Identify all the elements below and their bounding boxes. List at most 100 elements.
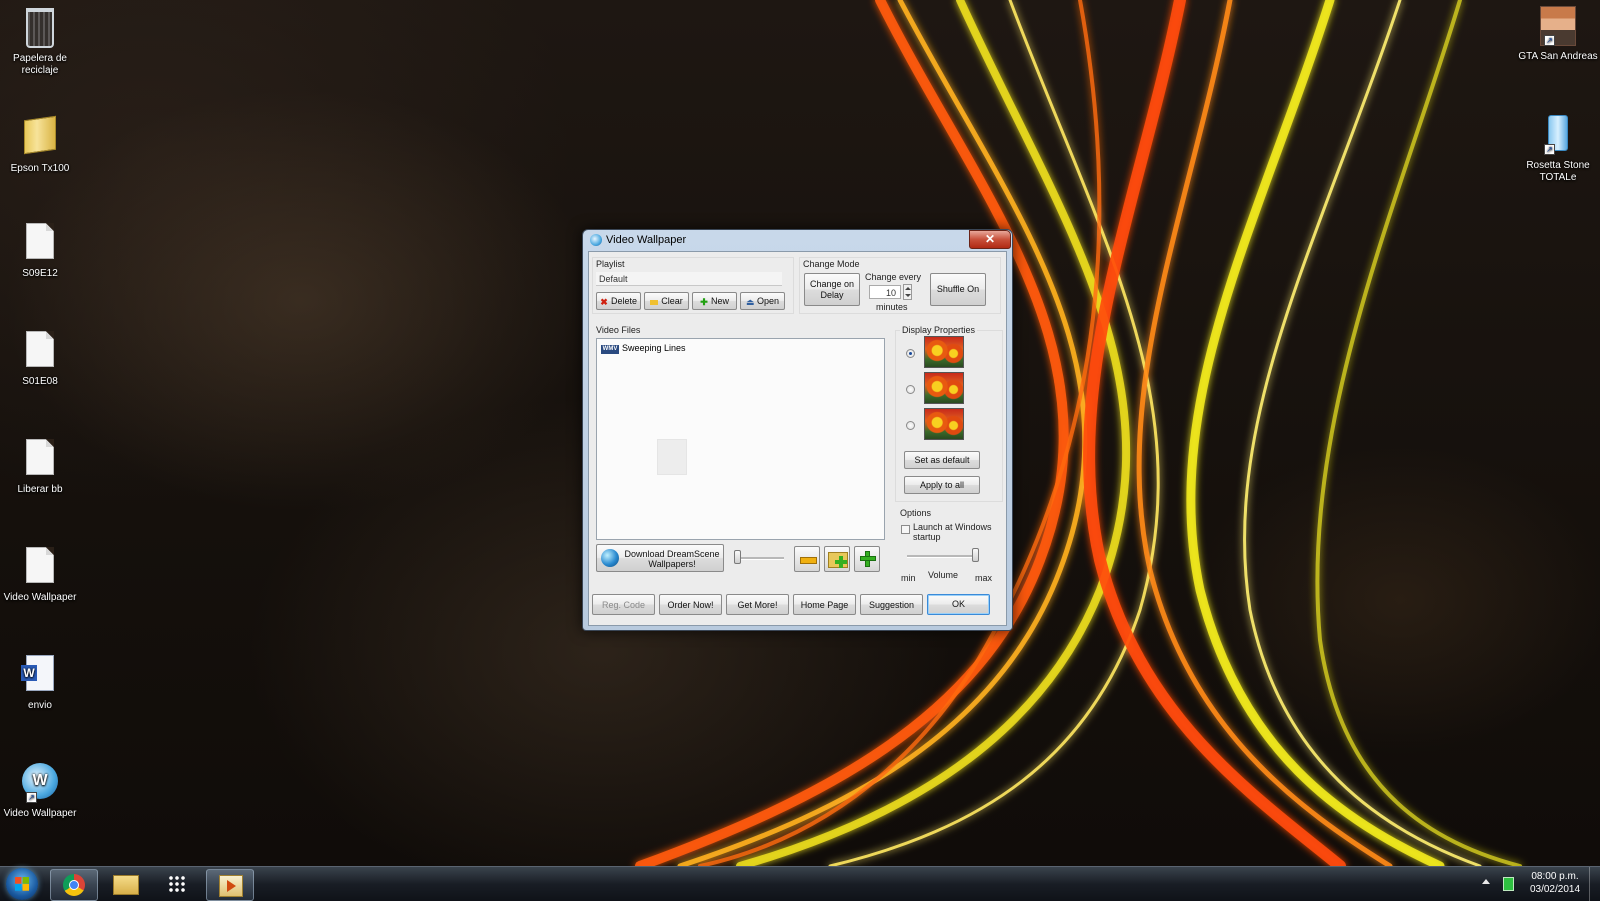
window-title: Video Wallpaper xyxy=(606,234,687,246)
taskbar-apps-button[interactable] xyxy=(154,869,200,899)
display-mode-preview-3[interactable] xyxy=(924,408,964,440)
plus-icon xyxy=(860,551,876,567)
taskbar-video-wallpaper-button[interactable] xyxy=(206,869,254,901)
video-file-name: Sweeping Lines xyxy=(622,343,686,353)
desktop-icon-label: S09E12 xyxy=(22,268,58,279)
playlist-label: Playlist xyxy=(596,259,625,269)
close-button[interactable]: ✕ xyxy=(969,230,1011,249)
video-wallpaper-icon xyxy=(219,875,243,897)
window-titlebar[interactable]: Video Wallpaper ✕ xyxy=(583,230,1012,252)
video-wallpaper-shortcut-icon: W ↗ xyxy=(20,763,60,805)
gta-shortcut-icon: ↗ xyxy=(1538,6,1578,48)
app-icon xyxy=(590,234,602,246)
network-tray-icon[interactable] xyxy=(1503,877,1514,891)
desktop-icon-video-wallpaper-app[interactable]: W ↗ Video Wallpaper xyxy=(0,760,80,820)
clock[interactable]: 08:00 p.m. 03/02/2014 xyxy=(1520,870,1590,896)
launch-startup-label[interactable]: Launch at Windows startup xyxy=(913,522,993,542)
interval-spinner[interactable] xyxy=(903,284,912,300)
download-wallpapers-button[interactable]: Download DreamScene Wallpapers! xyxy=(596,544,724,572)
desktop-icon-label: Epson Tx100 xyxy=(10,163,70,174)
taskbar-chrome-button[interactable] xyxy=(50,869,98,901)
clock-time: 08:00 p.m. xyxy=(1531,871,1579,882)
change-on-delay-button[interactable]: Change on Delay xyxy=(804,273,860,306)
clear-label: Clear xyxy=(661,296,683,306)
video-file-item[interactable]: WMV Sweeping Lines xyxy=(601,343,686,354)
playlist-select[interactable]: Default xyxy=(596,272,782,286)
download-label: Download DreamScene Wallpapers! xyxy=(624,549,720,569)
launch-startup-checkbox[interactable] xyxy=(901,525,910,534)
home-page-button[interactable]: Home Page xyxy=(793,594,856,615)
display-mode-preview-2[interactable] xyxy=(924,372,964,404)
volume-slider-thumb[interactable] xyxy=(972,548,979,562)
desktop-icon-recycle-bin[interactable]: Papelera de reciclaje xyxy=(0,4,80,77)
start-button[interactable] xyxy=(6,868,38,900)
globe-icon xyxy=(601,549,619,567)
open-label: Open xyxy=(756,296,780,306)
suggestion-label: Suggestion xyxy=(868,600,915,610)
ok-button[interactable]: OK xyxy=(927,594,990,615)
clock-date: 03/02/2014 xyxy=(1529,884,1581,895)
order-now-button[interactable]: Order Now! xyxy=(659,594,722,615)
apply-to-all-button[interactable]: Apply to all xyxy=(904,476,980,494)
shuffle-label: Shuffle On xyxy=(936,284,980,294)
shuffle-button[interactable]: Shuffle On xyxy=(930,273,986,306)
volume-min-label: min xyxy=(901,573,916,583)
open-playlist-button[interactable]: ⏏ Open xyxy=(740,292,785,310)
window-client-area: Playlist Default ✖ Delete Clear ✚ New ⏏ Ope… xyxy=(588,251,1007,626)
show-desktop-button[interactable] xyxy=(1589,867,1600,901)
display-mode-radio-3[interactable] xyxy=(906,421,915,430)
desktop-icon-liberar-bb[interactable]: Liberar bb xyxy=(0,436,80,496)
volume-max-label: max xyxy=(975,573,993,583)
change-every-label: Change every xyxy=(865,272,922,282)
desktop-icon-label: GTA San Andreas xyxy=(1518,51,1598,62)
desktop-icon-label: Liberar bb xyxy=(17,484,63,495)
desktop-icon-epson[interactable]: Epson Tx100 xyxy=(0,112,80,175)
get-more-button[interactable]: Get More! xyxy=(726,594,789,615)
chrome-icon xyxy=(63,874,85,896)
new-playlist-button[interactable]: ✚ New xyxy=(692,292,737,310)
watermark-icon xyxy=(657,439,687,475)
taskbar-explorer-button[interactable] xyxy=(102,869,148,899)
apps-grid-icon xyxy=(168,875,186,893)
display-mode-radio-2[interactable] xyxy=(906,385,915,394)
taskbar: 08:00 p.m. 03/02/2014 xyxy=(0,866,1600,901)
video-files-label: Video Files xyxy=(596,325,641,335)
document-icon xyxy=(20,439,60,481)
add-folder-button[interactable] xyxy=(824,546,850,572)
add-video-button[interactable] xyxy=(854,546,880,572)
desktop-icon-gta[interactable]: ↗ GTA San Andreas xyxy=(1518,4,1598,63)
speed-slider-track[interactable] xyxy=(734,557,784,560)
set-as-default-button[interactable]: Set as default xyxy=(904,451,980,469)
ok-label: OK xyxy=(951,599,965,609)
desktop-icon-rosetta-stone[interactable]: ↗ Rosetta Stone TOTALe xyxy=(1518,112,1598,184)
add-folder-icon xyxy=(828,552,848,568)
set-as-default-label: Set as default xyxy=(914,455,970,465)
desktop: Papelera de reciclaje Epson Tx100 S09E12… xyxy=(0,0,1600,866)
desktop-icon-video-wallpaper-file[interactable]: Video Wallpaper xyxy=(0,544,80,604)
delete-icon: ✖ xyxy=(600,297,608,307)
display-properties-label: Display Properties xyxy=(900,325,978,335)
speed-slider-thumb[interactable] xyxy=(734,550,741,564)
reg-code-button[interactable]: Reg. Code xyxy=(592,594,655,615)
desktop-icon-label: Video Wallpaper xyxy=(3,808,77,819)
display-mode-radio-1[interactable] xyxy=(906,349,915,358)
plus-icon: ✚ xyxy=(700,297,708,307)
apply-to-all-label: Apply to all xyxy=(919,480,965,490)
word-document-icon: W xyxy=(20,655,60,697)
desktop-icon-s01e08[interactable]: S01E08 xyxy=(0,328,80,388)
suggestion-button[interactable]: Suggestion xyxy=(860,594,923,615)
volume-slider-track[interactable] xyxy=(907,555,979,558)
clear-playlist-button[interactable]: Clear xyxy=(644,292,689,310)
folder-icon xyxy=(20,115,60,160)
interval-input[interactable]: 10 xyxy=(869,285,901,299)
show-hidden-icons-arrow[interactable] xyxy=(1482,879,1490,884)
wmv-format-badge: WMV xyxy=(601,345,619,354)
desktop-icon-s09e12[interactable]: S09E12 xyxy=(0,220,80,280)
display-mode-preview-1[interactable] xyxy=(924,336,964,368)
desktop-icon-envio[interactable]: W envio xyxy=(0,652,80,712)
video-files-list[interactable]: WMV Sweeping Lines xyxy=(596,338,885,540)
remove-video-button[interactable] xyxy=(794,546,820,572)
video-wallpaper-window: Video Wallpaper ✕ Playlist Default ✖ Dele… xyxy=(582,229,1013,631)
volume-label: Volume xyxy=(928,570,959,580)
delete-playlist-button[interactable]: ✖ Delete xyxy=(596,292,641,310)
